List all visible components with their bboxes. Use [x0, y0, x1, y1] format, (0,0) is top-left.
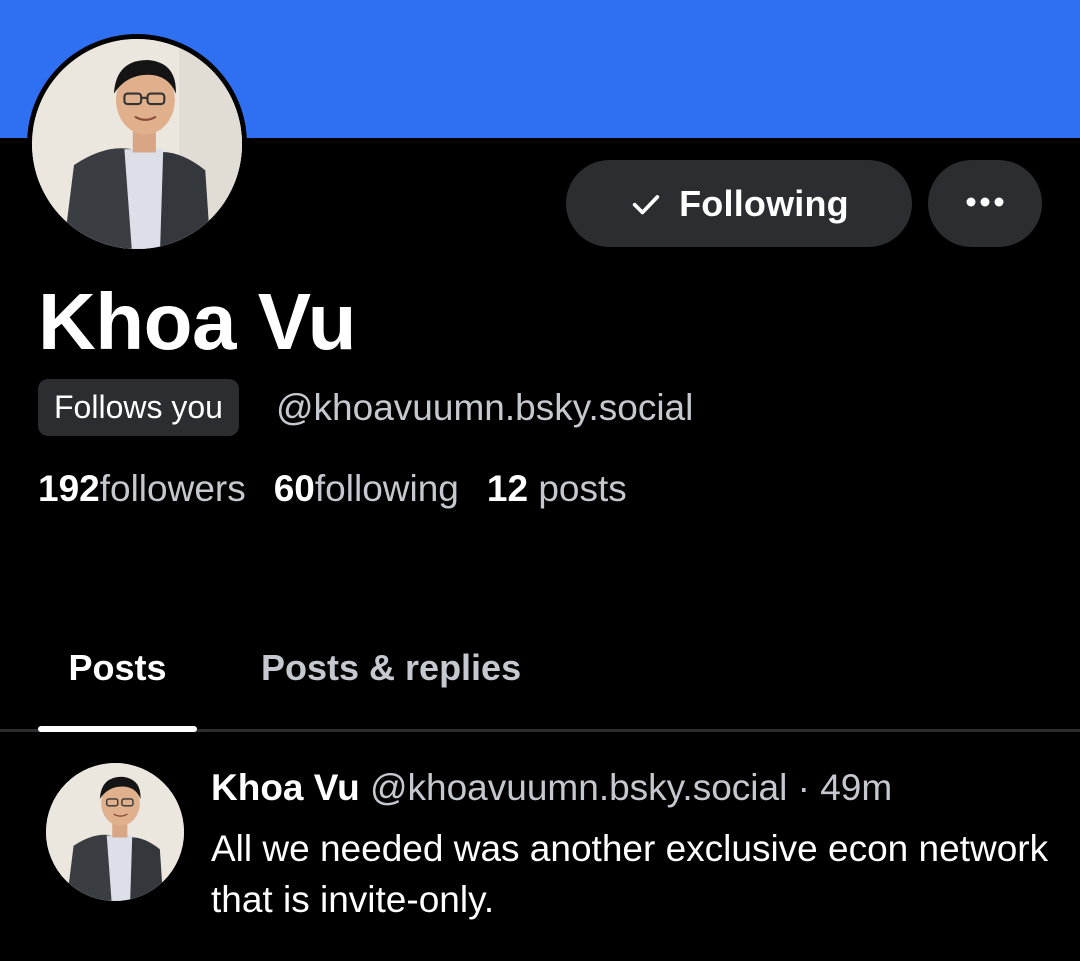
following-button-label: Following [679, 182, 849, 224]
following-button[interactable]: Following [566, 160, 912, 247]
profile-page: Following Khoa Vu Follows you @khoavuumn… [0, 0, 1080, 961]
followers-stat[interactable]: 192followers [38, 464, 246, 514]
check-icon [629, 187, 663, 221]
more-horizontal-icon [965, 195, 1005, 213]
post-header: Khoa Vu @khoavuumn.bsky.social · 49m [211, 767, 892, 809]
follows-you-badge: Follows you [38, 379, 239, 436]
following-stat[interactable]: 60following [274, 464, 459, 514]
profile-tabs: Posts Posts & replies [0, 636, 1080, 732]
person-photo-icon [32, 39, 242, 249]
more-options-button[interactable] [928, 160, 1042, 247]
tab-posts-and-replies[interactable]: Posts & replies [261, 636, 521, 729]
post-timestamp[interactable]: 49m [820, 767, 892, 808]
followers-count: 192 [38, 468, 100, 509]
followers-label: followers [99, 468, 246, 509]
tab-posts[interactable]: Posts [38, 636, 197, 732]
posts-label: posts [538, 468, 627, 509]
profile-avatar-image [32, 39, 242, 249]
profile-stats: 192followers 60following 12 posts [38, 464, 627, 514]
following-count: 60 [273, 468, 315, 509]
following-label: following [314, 468, 459, 509]
post-text: All we needed was another exclusive econ… [211, 828, 1049, 920]
post-separator: · [797, 767, 810, 808]
feed-post[interactable]: Khoa Vu @khoavuumn.bsky.social · 49m All… [0, 745, 1080, 961]
profile-handle: @khoavuumn.bsky.social [276, 387, 694, 428]
posts-stat: 12 posts [487, 464, 627, 514]
post-author-name[interactable]: Khoa Vu [211, 767, 360, 808]
profile-display-name: Khoa Vu [38, 277, 356, 366]
person-photo-icon [46, 763, 184, 901]
profile-avatar[interactable] [27, 34, 247, 254]
post-author-avatar[interactable] [46, 763, 184, 901]
post-author-handle[interactable]: @khoavuumn.bsky.social [370, 767, 787, 808]
posts-count: 12 [486, 468, 529, 509]
